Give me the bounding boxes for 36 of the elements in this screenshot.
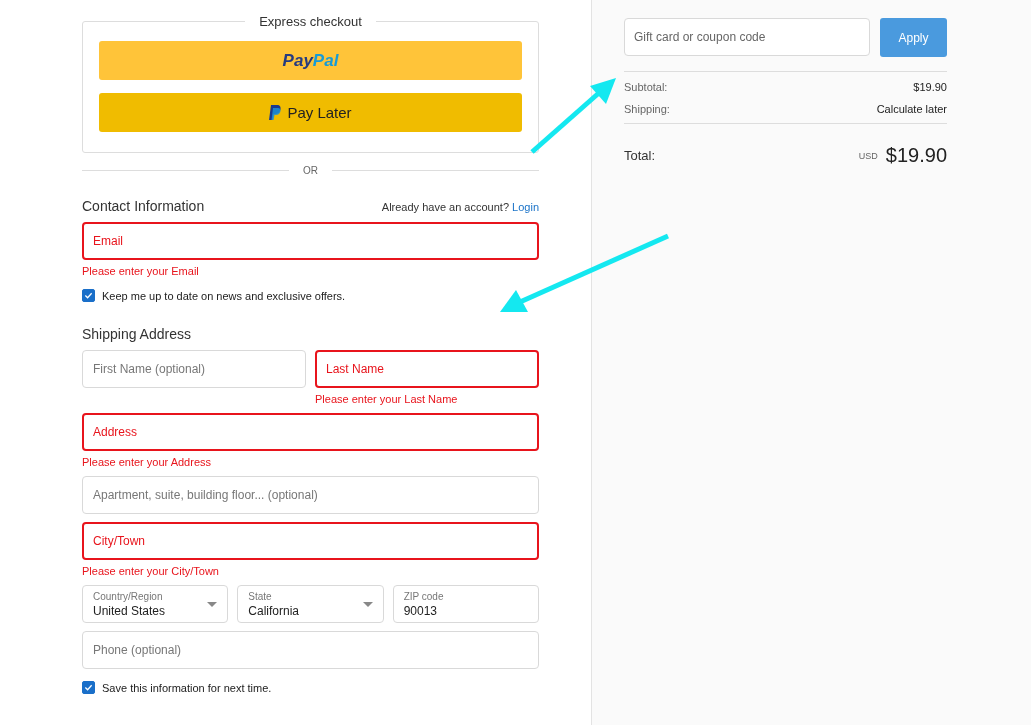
coupon-field[interactable]: Gift card or coupon code (624, 18, 870, 56)
currency-code: USD (858, 150, 878, 161)
checkbox-label: Keep me up to date on news and exclusive offers. (102, 289, 346, 302)
error-message: Please enter your Email (82, 265, 200, 277)
error-message: Please enter your Address (82, 456, 213, 468)
total-label: Total: (624, 148, 656, 163)
checkbox[interactable] (82, 681, 95, 694)
input-field[interactable]: Last Name (315, 350, 539, 388)
checkbox[interactable] (82, 289, 95, 302)
input-field[interactable]: Email (82, 222, 539, 260)
login-link[interactable]: Login (512, 201, 539, 213)
summary-label: Subtotal: (624, 81, 668, 93)
input-field[interactable]: City/Town (82, 522, 539, 560)
caret-icon (207, 601, 218, 607)
error-message: Please enter your City/Town (82, 565, 220, 577)
account-prompt: Already have an account? Login (381, 201, 539, 213)
error-message: Please enter your Last Name (315, 393, 459, 405)
checkmark-icon (84, 683, 93, 692)
checkmark-icon (84, 291, 93, 300)
select-field[interactable]: State California (237, 585, 384, 623)
p-logo-icon (269, 105, 282, 120)
select-field[interactable]: Country/Region United States (82, 585, 229, 623)
summary-value: $19.90 (913, 81, 947, 93)
or-divider-label: OR (303, 165, 318, 176)
input-field[interactable]: ZIP code 90013 (392, 585, 539, 623)
checkbox-label: Save this information for next time. (102, 681, 272, 694)
total-amount: $19.90 (885, 144, 947, 167)
shipping-address-heading: Shipping Address (82, 326, 192, 342)
input-field[interactable]: Address (82, 413, 539, 451)
summary-label: Shipping: (624, 103, 670, 115)
contact-information-heading: Contact Information (82, 198, 205, 214)
paypal-button[interactable]: PayPal (99, 41, 522, 80)
summary-value: Calculate later (876, 103, 947, 115)
caret-icon (362, 601, 373, 607)
pay-later-button[interactable]: Pay Later (99, 93, 522, 132)
express-checkout-title: Express checkout (258, 14, 363, 29)
